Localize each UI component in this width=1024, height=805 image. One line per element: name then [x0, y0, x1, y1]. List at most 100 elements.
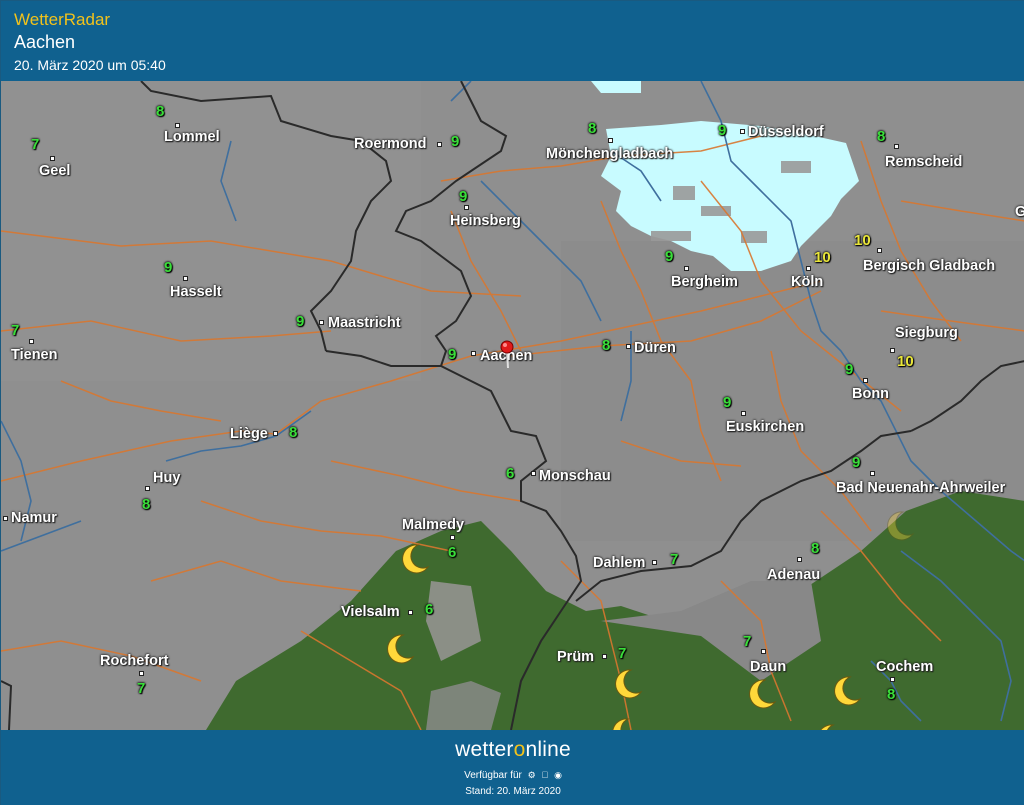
city-marker [139, 671, 144, 676]
city-marker [877, 248, 882, 253]
temp-label: 6 [425, 601, 434, 618]
temp-label: 8 [887, 686, 896, 703]
city-label: Köln [791, 274, 824, 290]
city-marker [652, 560, 657, 565]
city-label: Adenau [767, 567, 821, 583]
city-label: Liège [230, 426, 268, 442]
city-marker [175, 123, 180, 128]
city-label: Bad Neuenahr-Ahrweiler [836, 480, 1006, 496]
temp-label: 7 [11, 322, 20, 339]
city-marker [50, 156, 55, 161]
city-marker [894, 144, 899, 149]
radar-map[interactable]: 8 7 9 8 9 8 9 9 9 10 10 9 7 9 8 10 9 8 9… [1, 81, 1024, 730]
wetteronline-logo[interactable]: wetteronline [1, 738, 1024, 762]
moon-icon [749, 679, 777, 709]
city-marker [531, 471, 536, 476]
city-label: G [1015, 204, 1024, 220]
moon-icon [834, 676, 862, 706]
city-label: Düren [634, 340, 676, 356]
apple-icon[interactable]:  [542, 770, 549, 780]
city-label: Maastricht [328, 315, 401, 331]
city-label: Geel [39, 163, 71, 179]
city-marker [741, 411, 746, 416]
header-bar: WetterRadar Aachen 20. März 2020 um 05:4… [1, 1, 1024, 81]
city-marker [626, 344, 631, 349]
city-marker [3, 516, 8, 521]
temp-label: 7 [743, 633, 752, 650]
temp-label: 9 [451, 133, 460, 150]
city-marker [863, 378, 868, 383]
city-marker [408, 610, 413, 615]
city-marker [471, 351, 476, 356]
city-label: Daun [750, 659, 787, 675]
city-label: Bergisch Gladbach [863, 258, 996, 274]
temp-label: 7 [31, 136, 40, 153]
city-marker [437, 142, 442, 147]
city-marker [740, 129, 745, 134]
temp-label: 10 [854, 232, 871, 249]
temp-label: 8 [289, 424, 298, 441]
city-label: Vielsalm [341, 604, 400, 620]
temp-label: 6 [506, 465, 515, 482]
moon-icon [615, 669, 643, 699]
city-marker [890, 348, 895, 353]
web-icon[interactable]: ◉ [554, 770, 562, 781]
app-title: WetterRadar [14, 10, 111, 29]
temp-label: 8 [877, 128, 886, 145]
city-label: Mönchengladbach [546, 146, 674, 162]
temp-label: 9 [723, 394, 732, 411]
availability-label: Verfügbar für [464, 770, 522, 781]
temp-label: 9 [459, 188, 468, 205]
city-label: Roermond [354, 136, 427, 152]
logo-part: o [513, 738, 526, 761]
city-marker [273, 431, 278, 436]
city-label: Bergheim [671, 274, 738, 290]
temp-label: 10 [814, 249, 831, 266]
location-name: Aachen [14, 32, 76, 52]
temp-label: 8 [602, 337, 611, 354]
city-marker [761, 649, 766, 654]
city-marker [29, 339, 34, 344]
app-frame: WetterRadar Aachen 20. März 2020 um 05:4… [0, 0, 1024, 805]
moon-icon [887, 511, 915, 541]
temp-label: 7 [137, 680, 146, 697]
city-marker [806, 266, 811, 271]
city-label: Siegburg [895, 325, 958, 341]
android-icon[interactable]: ⚙ [528, 770, 536, 781]
city-label: Namur [11, 510, 57, 526]
city-label: Hasselt [170, 284, 222, 300]
city-label: Rochefort [100, 653, 169, 669]
moon-icon [402, 544, 430, 574]
map-base [1, 81, 1024, 730]
city-label: Lommel [164, 129, 220, 145]
temp-label: 8 [811, 540, 820, 557]
city-label: Cochem [876, 659, 934, 675]
city-label: Prüm [557, 649, 595, 665]
data-status: Stand: 20. März 2020 [465, 786, 561, 797]
city-label: Bonn [852, 386, 890, 402]
city-label: Monschau [539, 468, 611, 484]
availability-line: Verfügbar für ⚙  ◉ [1, 770, 1024, 781]
footer-bar: wetteronline Verfügbar für ⚙  ◉ Stand: … [1, 730, 1024, 805]
temp-label: 10 [897, 353, 914, 370]
city-label: Remscheid [885, 154, 963, 170]
city-marker [183, 276, 188, 281]
temp-label: 9 [718, 122, 727, 139]
city-marker [145, 486, 150, 491]
city-label: Düsseldorf [748, 124, 824, 140]
temp-label: 7 [618, 645, 627, 662]
city-marker [602, 654, 607, 659]
logo-part: wetter [455, 738, 514, 761]
moon-icon [612, 718, 630, 730]
moon-icon [820, 724, 835, 730]
temp-label: 8 [588, 120, 597, 137]
city-label: Heinsberg [450, 213, 521, 229]
city-marker [797, 557, 802, 562]
temp-label: 9 [665, 248, 674, 265]
city-marker [450, 535, 455, 540]
logo-part: nline [525, 738, 571, 761]
temp-label: 9 [448, 346, 457, 363]
temp-label: 9 [852, 454, 861, 471]
location-pin-icon[interactable] [499, 340, 515, 368]
temp-label: 9 [845, 361, 854, 378]
